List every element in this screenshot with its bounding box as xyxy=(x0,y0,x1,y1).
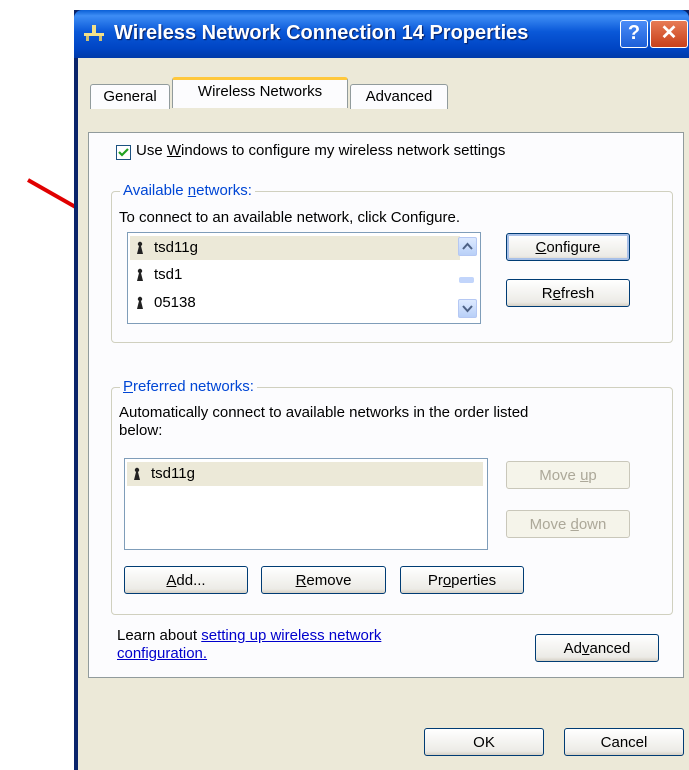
tab-wireless-networks[interactable]: Wireless Networks xyxy=(172,77,348,108)
add-button[interactable]: Add... xyxy=(124,566,248,594)
window-title: Wireless Network Connection 14 Propertie… xyxy=(114,22,529,44)
learn-about-text: Learn about setting up wireless network xyxy=(117,627,382,644)
antenna-icon xyxy=(137,268,143,281)
available-networks-list[interactable]: tsd11g tsd1 05138 xyxy=(127,232,481,324)
advanced-button[interactable]: Advanced xyxy=(535,634,659,662)
learn-about-text-line2: configuration. xyxy=(117,645,207,662)
dialog-client: General Wireless Networks Advanced Use W… xyxy=(78,58,689,770)
configure-button[interactable]: Configure xyxy=(506,233,630,261)
close-button[interactable]: ✕ xyxy=(650,20,688,48)
cancel-button[interactable]: Cancel xyxy=(564,728,684,756)
preferred-networks-group: Preferred networks: Automatically connec… xyxy=(111,378,673,615)
scrollbar-thumb[interactable] xyxy=(459,277,474,283)
antenna-icon xyxy=(137,296,143,309)
preferred-networks-title: Preferred networks: xyxy=(120,378,257,395)
list-item[interactable]: tsd11g xyxy=(130,236,460,260)
checkmark-icon xyxy=(118,148,129,157)
antenna-icon xyxy=(134,467,140,480)
move-up-button[interactable]: Move up xyxy=(506,461,630,489)
scroll-down-button[interactable] xyxy=(458,299,477,318)
preferred-networks-list[interactable]: tsd11g xyxy=(124,458,488,550)
list-item[interactable]: 05138 xyxy=(130,291,460,315)
preferred-instruction-line1: Automatically connect to available netwo… xyxy=(119,404,529,421)
ok-button[interactable]: OK xyxy=(424,728,544,756)
network-connection-icon xyxy=(84,25,104,41)
help-button[interactable]: ? xyxy=(620,20,648,48)
available-networks-title: Available networks: xyxy=(120,182,255,199)
chevron-up-icon xyxy=(462,242,473,250)
preferred-instruction-line2: below: xyxy=(119,422,163,439)
available-instruction: To connect to an available network, clic… xyxy=(119,209,461,226)
properties-button[interactable]: Properties xyxy=(400,566,524,594)
use-windows-checkbox[interactable] xyxy=(116,145,131,160)
tab-advanced[interactable]: Advanced xyxy=(350,84,448,109)
list-item[interactable]: tsd11g xyxy=(127,462,483,486)
chevron-down-icon xyxy=(462,305,473,313)
refresh-button[interactable]: Refresh xyxy=(506,279,630,307)
wireless-help-link-cont[interactable]: configuration. xyxy=(117,645,207,662)
use-windows-label[interactable]: Use Windows to configure my wireless net… xyxy=(136,142,505,159)
scroll-up-button[interactable] xyxy=(458,237,477,256)
wireless-help-link[interactable]: setting up wireless network xyxy=(201,627,381,644)
remove-button[interactable]: Remove xyxy=(261,566,386,594)
properties-dialog: Wireless Network Connection 14 Propertie… xyxy=(74,10,689,770)
move-down-button[interactable]: Move down xyxy=(506,510,630,538)
wireless-networks-panel: Use Windows to configure my wireless net… xyxy=(88,132,684,678)
available-networks-group: Available networks: To connect to an ava… xyxy=(111,182,673,343)
list-item[interactable]: tsd1 xyxy=(130,263,460,287)
title-bar[interactable]: Wireless Network Connection 14 Propertie… xyxy=(74,10,689,58)
tab-general[interactable]: General xyxy=(90,84,170,109)
antenna-icon xyxy=(137,241,143,254)
